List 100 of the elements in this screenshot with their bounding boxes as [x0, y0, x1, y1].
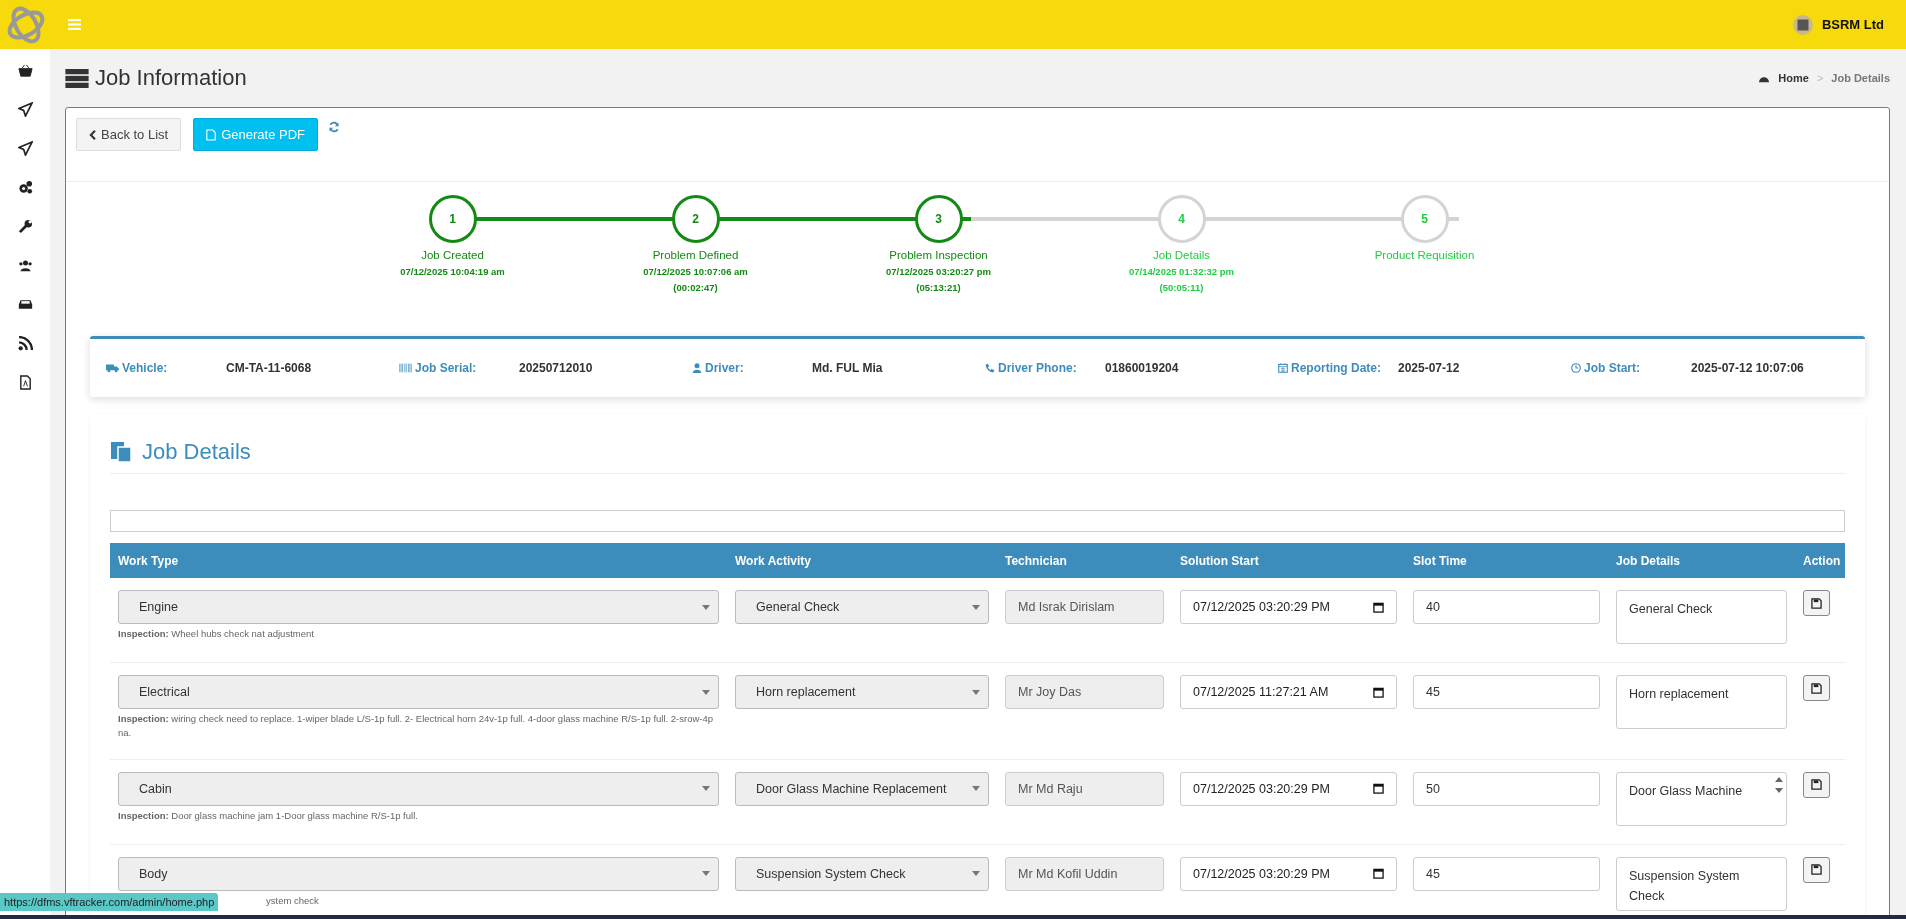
calendar-icon: [1278, 363, 1288, 373]
info-label: Job Start:: [1584, 361, 1640, 375]
work-activity-select[interactable]: Suspension System Check: [735, 856, 989, 891]
company-logo-icon: [1791, 13, 1814, 36]
status-url: https://dfms.vftracker.com/admin/home.php: [0, 893, 219, 911]
user-icon: [692, 363, 702, 373]
slot-time-field[interactable]: 45: [1413, 675, 1600, 709]
copy-icon: [110, 441, 132, 463]
step-label: Job Details: [1153, 249, 1210, 261]
column-header: Solution Start: [1179, 553, 1260, 568]
step-label: Problem Inspection: [889, 249, 988, 261]
calendar-icon[interactable]: [1373, 601, 1384, 613]
page-title: Job Information: [95, 65, 247, 91]
step-duration: (00:02:47): [673, 282, 718, 293]
paper-plane-icon[interactable]: [17, 102, 33, 117]
job-details-textarea[interactable]: Door Glass Machine: [1616, 771, 1787, 826]
barcode-icon: [399, 363, 412, 373]
info-label: Vehicle:: [122, 361, 168, 375]
column-header: Technician: [1004, 553, 1068, 568]
step-duration: (05:13:21): [916, 282, 961, 293]
save-icon: [1811, 597, 1822, 609]
job-details-textarea[interactable]: General Check: [1616, 590, 1787, 644]
save-icon: [1811, 682, 1822, 694]
inspection-note: Inspection: Wheel hubs check nat adjustment: [118, 627, 314, 641]
inspection-note: Inspection: wiring check need to replace. 1-wiper blade L/S-1p full. 2- Electrical horn 24v-1p full. 4-door glass machine R/S-1p full. 2-srow-4p na.: [118, 712, 715, 741]
refresh-icon[interactable]: [328, 121, 341, 133]
info-label: Driver:: [705, 361, 744, 375]
save-button[interactable]: [1803, 675, 1830, 701]
slot-time-field[interactable]: 50: [1413, 771, 1600, 806]
step-circle: 5: [1400, 195, 1449, 243]
column-header: Slot Time: [1412, 553, 1468, 568]
info-value: 2025-07-12: [1398, 361, 1460, 375]
job-details-textarea[interactable]: Suspension System Check: [1616, 856, 1787, 911]
job-details-textarea[interactable]: Horn replacement: [1616, 675, 1787, 729]
truck-icon: [106, 363, 119, 373]
phone-icon: [985, 363, 995, 373]
work-activity-select[interactable]: Door Glass Machine Replacement: [735, 771, 989, 806]
info-label: Reporting Date:: [1291, 361, 1381, 375]
step-label: Job Created: [421, 249, 484, 261]
technician-field: Mr Md Raju: [1005, 771, 1164, 806]
work-type-select[interactable]: Electrical: [118, 675, 719, 709]
step-time: 07/12/2025 03:20:27 pm: [885, 266, 992, 277]
calendar-icon[interactable]: [1373, 868, 1384, 879]
rss-icon[interactable]: [17, 336, 33, 351]
technician-field: Mr Joy Das: [1005, 675, 1164, 709]
step-label: Product Requisition: [1374, 249, 1475, 261]
back-button[interactable]: Back to List: [76, 118, 182, 151]
step-label: Problem Defined: [652, 249, 739, 261]
inspection-note: Inspection: Door glass machine jam 1-Door glass machine R/S-1p full.: [118, 808, 418, 823]
slot-time-field[interactable]: 45: [1413, 856, 1600, 891]
paper-plane-icon[interactable]: [17, 141, 33, 156]
gears-icon[interactable]: [17, 180, 33, 195]
save-button[interactable]: [1803, 856, 1830, 883]
slot-time-field[interactable]: 40: [1413, 590, 1600, 624]
solution-start-field[interactable]: 07/12/2025 11:27:21 AM: [1180, 675, 1397, 709]
breadcrumb-separator: >: [1816, 72, 1824, 84]
info-label: Driver Phone:: [998, 361, 1077, 375]
column-header: Work Type: [117, 553, 180, 568]
calendar-icon[interactable]: [1373, 783, 1384, 794]
save-button[interactable]: [1803, 771, 1830, 798]
column-header: Job Details: [1615, 553, 1682, 568]
info-value: 2025-07-12 10:07:06: [1691, 361, 1804, 375]
info-label: Job Serial:: [415, 361, 477, 375]
step-circle: 3: [914, 195, 963, 243]
clock-icon: [1571, 363, 1581, 373]
scrollbar[interactable]: [1774, 776, 1784, 793]
users-icon[interactable]: [17, 258, 33, 273]
step-circle: 2: [671, 195, 720, 243]
technician-field: Mr Md Kofil Uddin: [1005, 856, 1164, 891]
pdf-file-icon: [206, 128, 217, 141]
work-type-select[interactable]: Cabin: [118, 771, 719, 806]
step-circle: 1: [428, 195, 477, 243]
chevron-left-icon: [89, 129, 96, 140]
basket-icon[interactable]: [17, 63, 33, 78]
save-icon: [1811, 779, 1822, 790]
server-icon: [65, 68, 89, 88]
step-time: 07/12/2025 10:07:06 am: [643, 266, 748, 277]
work-activity-select[interactable]: Horn replacement: [735, 675, 989, 709]
work-activity-select[interactable]: General Check: [735, 590, 989, 624]
work-type-select[interactable]: Body: [118, 856, 719, 891]
column-header: Work Activity: [734, 553, 813, 568]
calendar-icon[interactable]: [1373, 686, 1384, 698]
step-time: 07/14/2025 01:32:32 pm: [1128, 266, 1235, 277]
solution-start-field[interactable]: 07/12/2025 03:20:29 PM: [1180, 590, 1397, 624]
company-name[interactable]: BSRM Ltd: [1821, 17, 1884, 32]
work-type-select[interactable]: Engine: [118, 590, 719, 624]
wrench-icon[interactable]: [17, 219, 33, 234]
breadcrumb-link[interactable]: Home: [1778, 72, 1809, 84]
save-button[interactable]: [1803, 590, 1830, 616]
solution-start-field[interactable]: 07/12/2025 03:20:29 PM: [1180, 856, 1397, 891]
solution-start-field[interactable]: 07/12/2025 03:20:29 PM: [1180, 771, 1397, 806]
step-circle: 4: [1157, 195, 1206, 243]
info-value: CM-TA-11-6068: [226, 361, 312, 375]
column-header: Action: [1802, 553, 1842, 568]
step-duration: (50:05:11): [1159, 282, 1204, 293]
pdf-file-icon[interactable]: [17, 375, 33, 390]
step-time: 07/12/2025 10:04:19 am: [400, 266, 505, 277]
technician-field: Md Israk Dirislam: [1005, 590, 1164, 624]
info-value: 20250712010: [519, 361, 593, 375]
section-title: Job Details: [142, 439, 251, 465]
